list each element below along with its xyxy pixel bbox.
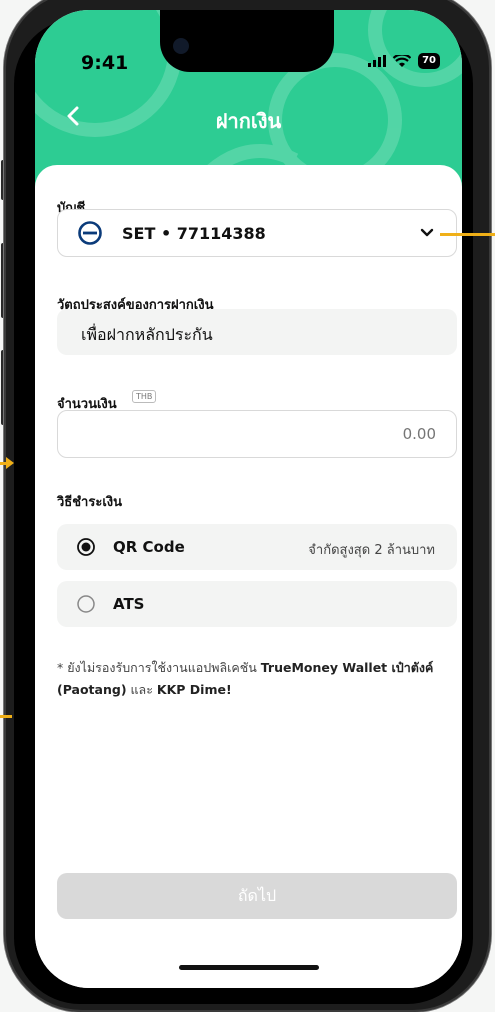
payment-option-qr[interactable]: QR Code จำกัดสูงสุด 2 ล้านบาท xyxy=(57,524,457,570)
callout-arrow-icon xyxy=(6,457,14,469)
purpose-value: เพื่อฝากหลักประกัน xyxy=(81,325,213,344)
status-icons: 70 xyxy=(368,53,440,69)
wifi-icon xyxy=(393,54,412,67)
screen: 9:41 70 ฝากเงิน บัญชี SET • 77114388 xyxy=(35,10,462,988)
callout-line-account xyxy=(440,233,495,236)
purpose-field: เพื่อฝากหลักประกัน xyxy=(57,309,457,355)
status-time: 9:41 xyxy=(81,52,129,74)
payment-option-name: QR Code xyxy=(113,538,185,556)
callout-line-note xyxy=(0,715,12,718)
radio-selected-icon xyxy=(77,538,95,556)
amount-input[interactable] xyxy=(58,411,456,457)
currency-tag: THB xyxy=(132,390,157,403)
payment-option-limit: จำกัดสูงสุด 2 ล้านบาท xyxy=(308,543,435,558)
note-prefix: * ยังไม่รองรับการใช้งานแอปพลิเคชัน xyxy=(57,660,261,675)
camera-icon xyxy=(173,38,189,54)
page-title: ฝากเงิน xyxy=(215,109,282,133)
signal-icon xyxy=(368,55,387,67)
note-middle: และ xyxy=(126,682,157,697)
amount-field[interactable] xyxy=(57,410,457,458)
payment-option-name: ATS xyxy=(113,595,145,613)
battery-icon: 70 xyxy=(418,53,440,69)
payment-option-ats[interactable]: ATS xyxy=(57,581,457,627)
radio-unselected-icon xyxy=(77,595,95,613)
account-value: SET • 77114388 xyxy=(122,224,266,243)
unsupported-apps-note: * ยังไม่รองรับการใช้งานแอปพลิเคชัน TrueM… xyxy=(57,657,457,701)
chevron-down-icon xyxy=(420,228,434,237)
next-button[interactable]: ถัดไป xyxy=(57,873,457,919)
payment-label: วิธีชำระเงิน xyxy=(57,495,122,510)
home-indicator xyxy=(179,965,319,970)
set-logo-icon xyxy=(78,221,102,245)
note-app-2: KKP Dime! xyxy=(156,682,232,697)
content-card xyxy=(35,165,462,988)
account-select[interactable]: SET • 77114388 xyxy=(57,209,457,257)
